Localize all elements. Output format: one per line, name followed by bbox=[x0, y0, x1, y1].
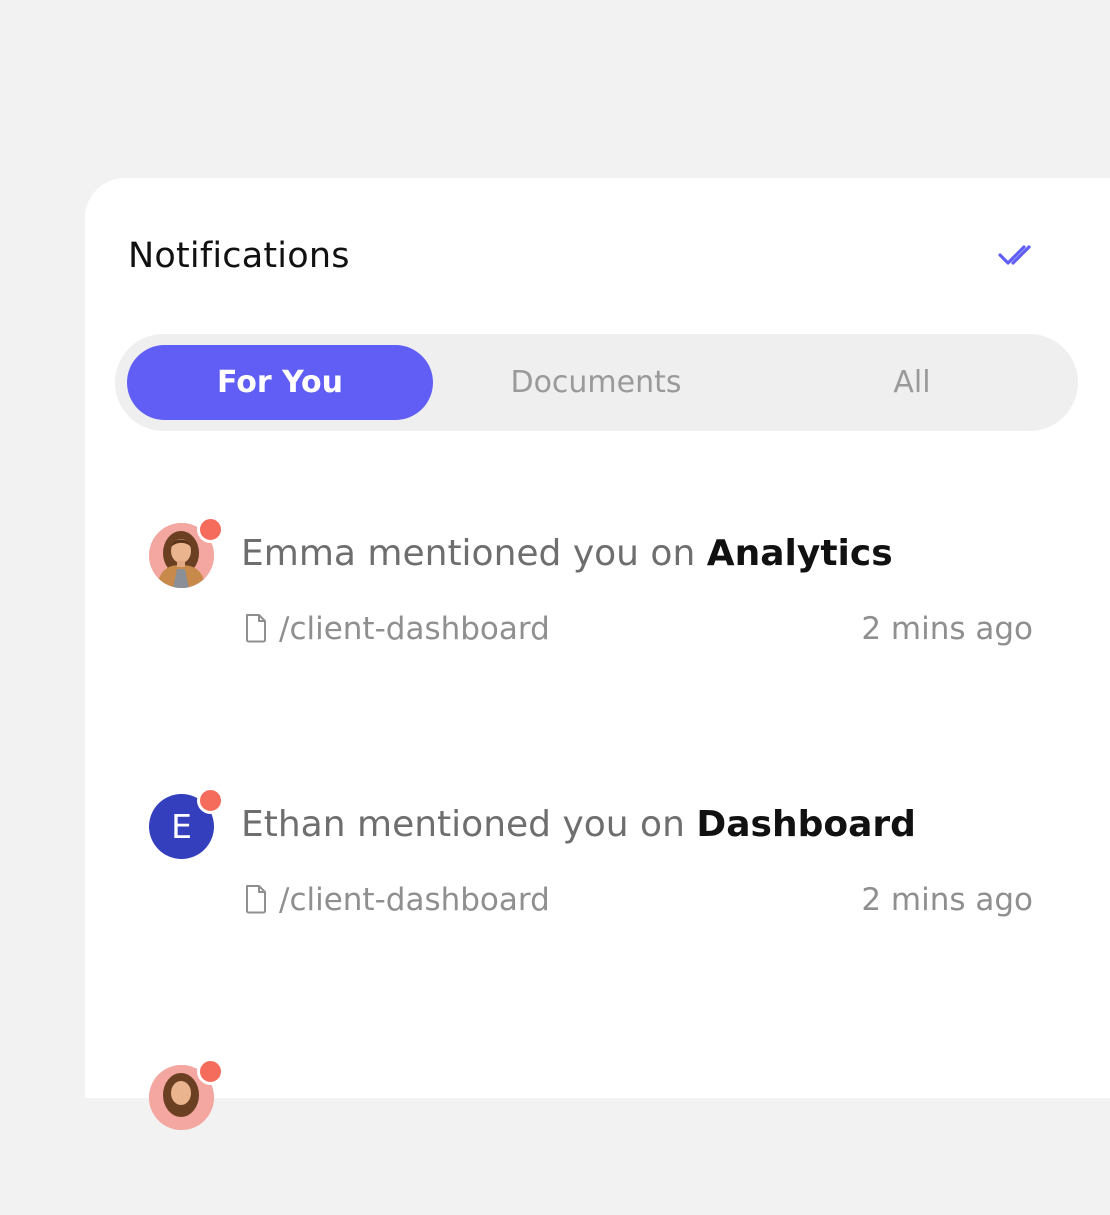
notifications-panel: Notifications For You Documents All Emma… bbox=[85, 178, 1110, 1130]
document-path[interactable]: /client-dashboard bbox=[279, 611, 550, 647]
file-icon bbox=[246, 885, 266, 914]
notification-item[interactable]: Emma mentioned you on Analytics /client-… bbox=[85, 516, 1110, 673]
double-check-icon[interactable] bbox=[998, 242, 1044, 270]
unread-indicator bbox=[197, 1058, 224, 1085]
timestamp: 2 mins ago bbox=[861, 882, 1033, 918]
document-path[interactable]: /client-dashboard bbox=[279, 882, 550, 918]
notification-item[interactable]: E Ethan mentioned you on Dashboard /clie… bbox=[85, 787, 1110, 944]
panel-title: Notifications bbox=[128, 236, 350, 276]
tab-all[interactable]: All bbox=[759, 345, 1065, 420]
notification-user: Emma bbox=[241, 533, 356, 574]
notification-target[interactable]: Dashboard bbox=[696, 804, 916, 845]
notification-tabs: For You Documents All bbox=[115, 334, 1078, 431]
notification-message: Ethan mentioned you on Dashboard bbox=[241, 804, 916, 845]
notification-user: Ethan bbox=[241, 804, 346, 845]
notification-action: mentioned you on bbox=[367, 533, 696, 574]
tab-for-you[interactable]: For You bbox=[127, 345, 433, 420]
notification-target[interactable]: Analytics bbox=[707, 533, 893, 574]
file-icon bbox=[246, 614, 266, 643]
notification-action: mentioned you on bbox=[357, 804, 685, 845]
unread-indicator bbox=[197, 516, 224, 543]
tab-documents[interactable]: Documents bbox=[443, 345, 749, 420]
timestamp: 2 mins ago bbox=[861, 611, 1033, 647]
notification-item[interactable] bbox=[85, 1058, 1110, 1215]
unread-indicator bbox=[197, 787, 224, 814]
notification-meta: /client-dashboard 2 mins ago bbox=[241, 882, 1041, 922]
avatar-initial: E bbox=[171, 807, 192, 846]
notification-meta: /client-dashboard 2 mins ago bbox=[241, 611, 1041, 651]
notification-message: Emma mentioned you on Analytics bbox=[241, 533, 893, 574]
